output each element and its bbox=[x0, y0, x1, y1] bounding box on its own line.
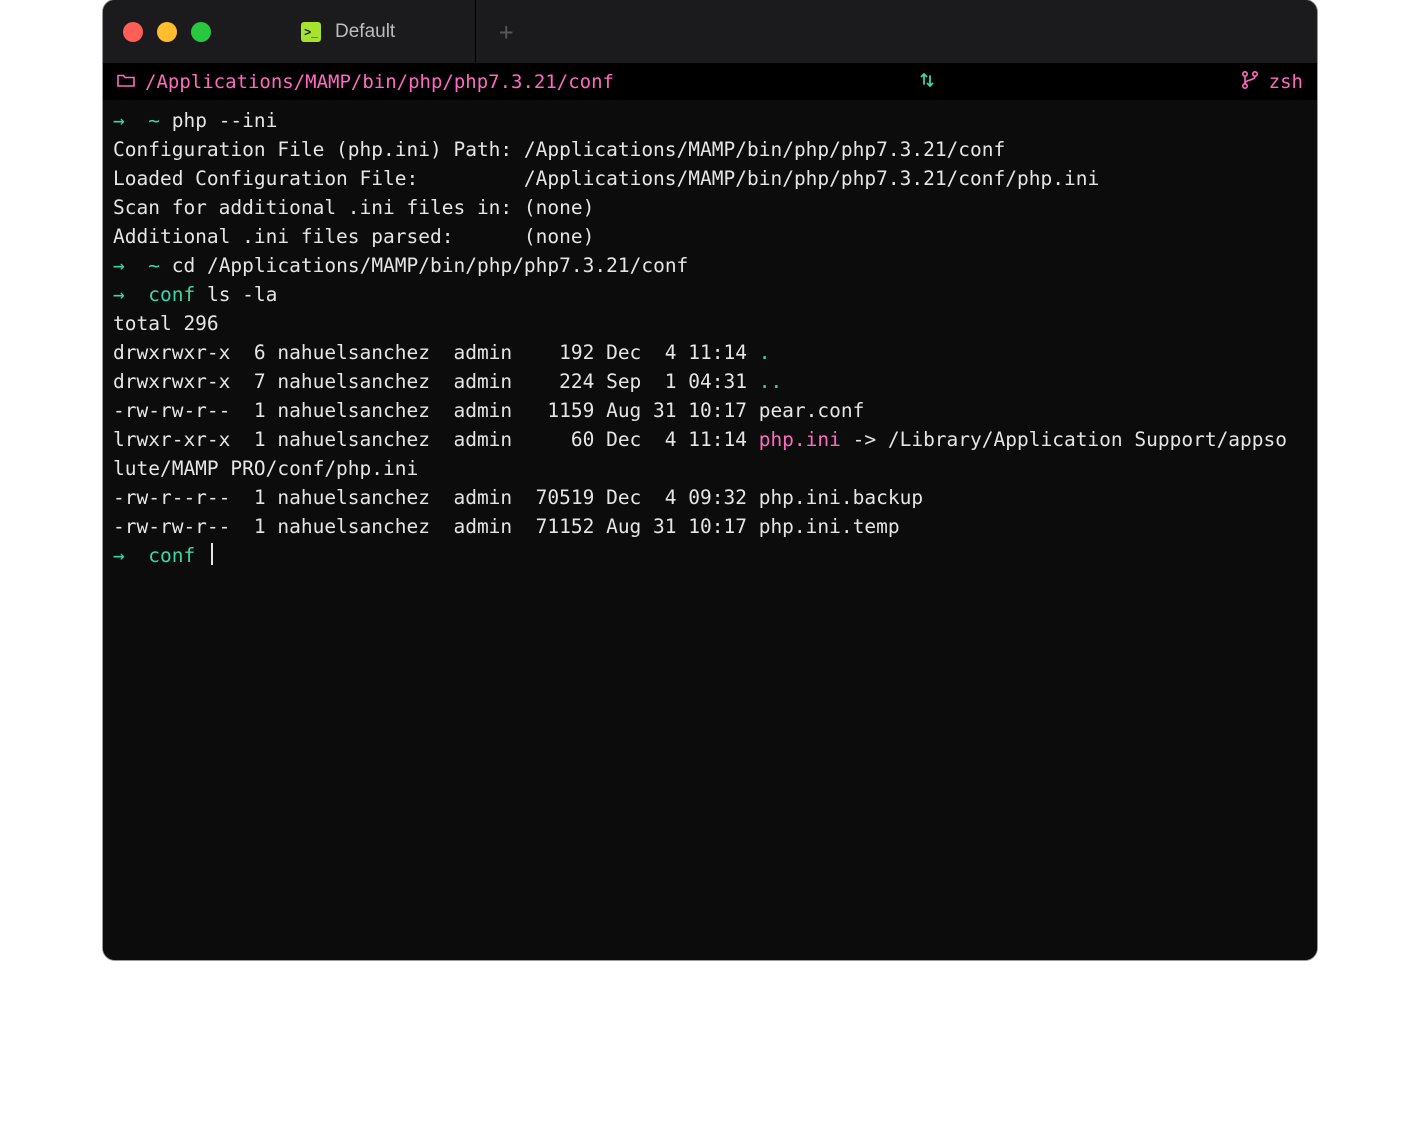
tab-label: Default bbox=[335, 21, 395, 43]
out-cfg-path: Configuration File (php.ini) Path: /Appl… bbox=[113, 138, 1005, 161]
prompt-arrow: → bbox=[113, 254, 125, 277]
out-additional: Additional .ini files parsed: (none) bbox=[113, 225, 594, 248]
ls-row-phpini: lrwxr-xr-x 1 nahuelsanchez admin 60 Dec … bbox=[113, 428, 1287, 451]
prompt-arrow: → bbox=[113, 109, 125, 132]
out-scan: Scan for additional .ini files in: (none… bbox=[113, 196, 594, 219]
ls-row-temp: -rw-rw-r-- 1 nahuelsanchez admin 71152 A… bbox=[113, 515, 900, 538]
prompt-conf: conf bbox=[148, 283, 195, 306]
ls-row-phpini-wrap: lute/MAMP PRO/conf/php.ini bbox=[113, 457, 418, 480]
prompt-conf: conf bbox=[148, 544, 195, 567]
prompt-tilde: ~ bbox=[148, 254, 160, 277]
terminal-output[interactable]: → ~ php --ini Configuration File (php.in… bbox=[103, 100, 1317, 960]
path-bar: /Applications/MAMP/bin/php/php7.3.21/con… bbox=[103, 64, 1317, 100]
prompt-tilde: ~ bbox=[148, 109, 160, 132]
path-bar-left: /Applications/MAMP/bin/php/php7.3.21/con… bbox=[117, 71, 614, 93]
ls-row-dot: drwxrwxr-x 6 nahuelsanchez admin 192 Dec… bbox=[113, 341, 770, 364]
cursor[interactable] bbox=[211, 543, 213, 565]
prompt-arrow: → bbox=[113, 283, 125, 306]
ls-row-backup: -rw-r--r-- 1 nahuelsanchez admin 70519 D… bbox=[113, 486, 923, 509]
current-path: /Applications/MAMP/bin/php/php7.3.21/con… bbox=[145, 71, 614, 93]
terminal-icon: >_ bbox=[301, 22, 321, 42]
window-controls bbox=[123, 22, 211, 42]
out-loaded-cfg: Loaded Configuration File: /Applications… bbox=[113, 167, 1099, 190]
ls-row-pear: -rw-rw-r-- 1 nahuelsanchez admin 1159 Au… bbox=[113, 399, 864, 422]
cmd-php-ini: php --ini bbox=[172, 109, 278, 132]
prompt-arrow: → bbox=[113, 544, 125, 567]
path-bar-right: zsh bbox=[1241, 70, 1303, 95]
sync-icon[interactable] bbox=[920, 71, 934, 94]
cmd-cd: cd /Applications/MAMP/bin/php/php7.3.21/… bbox=[172, 254, 689, 277]
plus-icon: + bbox=[499, 18, 513, 46]
cmd-ls: ls -la bbox=[207, 283, 277, 306]
close-icon[interactable] bbox=[123, 22, 143, 42]
out-total: total 296 bbox=[113, 312, 219, 335]
titlebar: >_ Default + bbox=[103, 0, 1317, 64]
shell-name: zsh bbox=[1269, 71, 1303, 93]
tab-default[interactable]: >_ Default bbox=[301, 0, 476, 63]
ls-row-dotdot: drwxrwxr-x 7 nahuelsanchez admin 224 Sep… bbox=[113, 370, 782, 393]
minimize-icon[interactable] bbox=[157, 22, 177, 42]
new-tab-button[interactable]: + bbox=[476, 0, 536, 63]
terminal-window: >_ Default + /Applications/MAMP/bin/php/… bbox=[103, 0, 1317, 960]
folder-icon bbox=[117, 73, 135, 92]
git-branch-icon bbox=[1241, 70, 1259, 95]
maximize-icon[interactable] bbox=[191, 22, 211, 42]
